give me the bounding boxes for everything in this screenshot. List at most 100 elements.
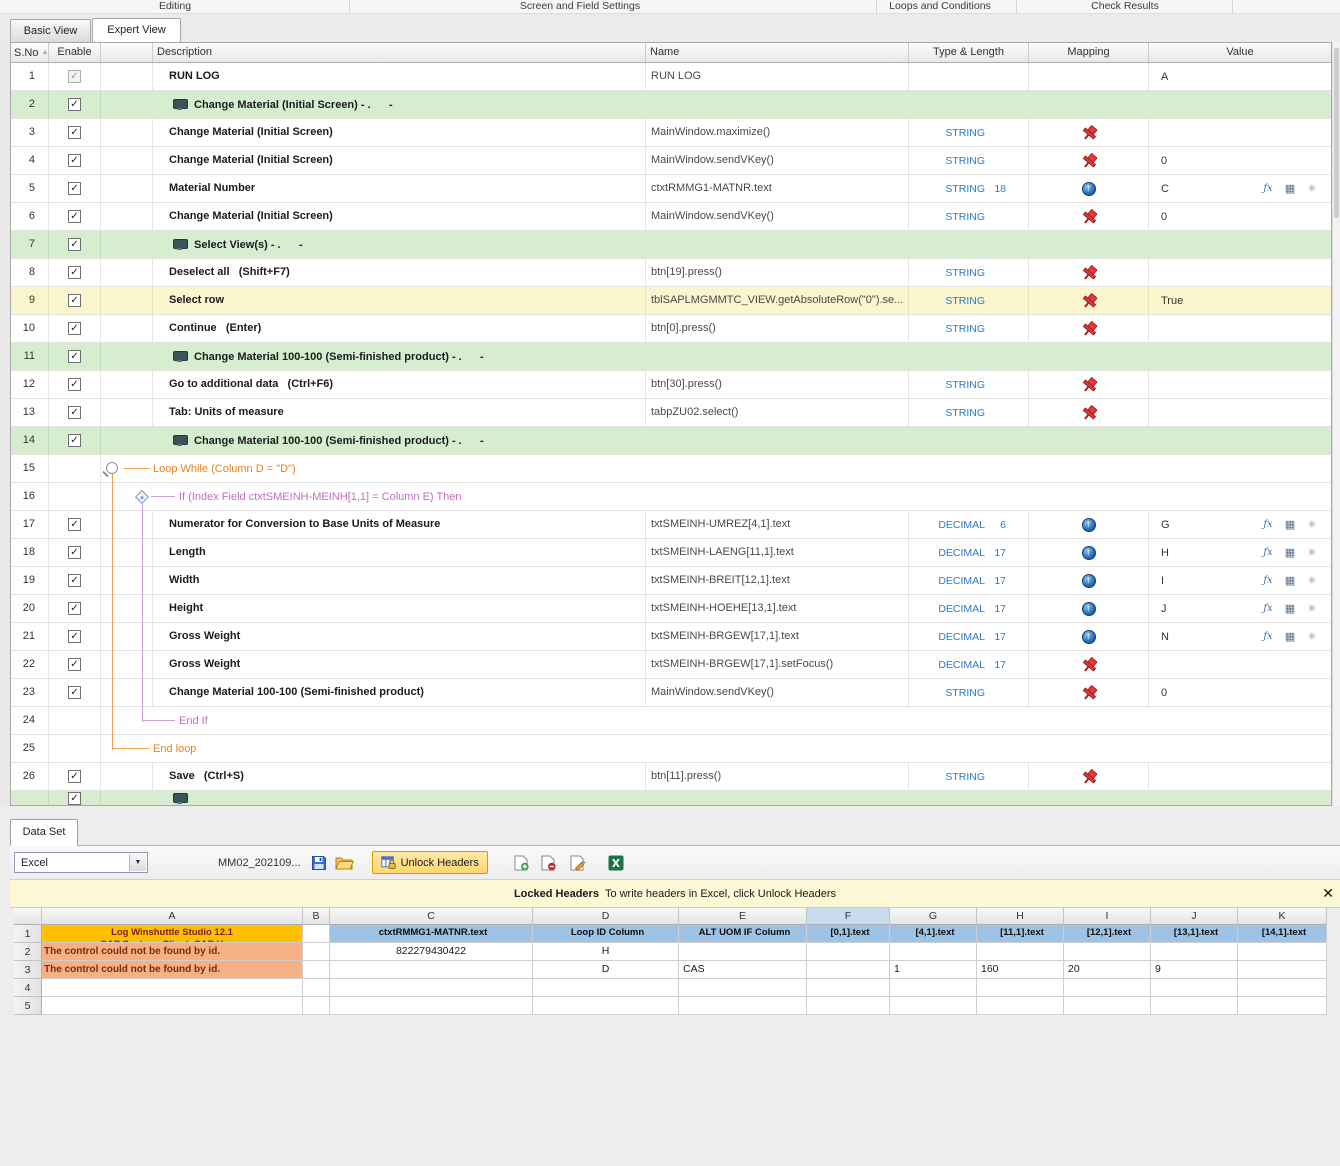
header-length[interactable]: Length txtSMEINH- LAENG [11,1].text: [977, 925, 1064, 943]
fx-icon[interactable]: ƒx: [1261, 546, 1275, 560]
group-row[interactable]: 7✓Select View(s) - . -: [11, 231, 1331, 259]
group-row[interactable]: 14✓Change Material 100-100 (Semi-finishe…: [11, 427, 1331, 455]
table-row[interactable]: 10✓Continue (Enter)btn[0].press()STRING: [11, 315, 1331, 343]
header-indent[interactable]: [101, 43, 153, 62]
fx-icon[interactable]: ƒx: [1261, 574, 1275, 588]
mapped-icon[interactable]: ↑: [1082, 182, 1096, 196]
cell[interactable]: [42, 997, 303, 1015]
table-row[interactable]: 1✓RUN LOGRUN LOGA: [11, 63, 1331, 91]
cell[interactable]: [330, 961, 533, 979]
gear-icon[interactable]: ✳: [1305, 574, 1319, 588]
header-numerator[interactable]: Numerator for Conversion to Base Units o…: [890, 925, 977, 943]
not-mapped-pin-icon[interactable]: [1078, 654, 1098, 674]
row-header-4[interactable]: 4: [14, 979, 42, 997]
column-header-c[interactable]: C: [330, 908, 533, 925]
cell[interactable]: [679, 979, 807, 997]
header-width[interactable]: Width txtSMEINH- BREIT [12,1].text: [1064, 925, 1151, 943]
error-cell[interactable]: The control could not be found by id.: [42, 943, 303, 961]
column-header-g[interactable]: G: [890, 908, 977, 925]
error-cell[interactable]: The control could not be found by id.: [42, 961, 303, 979]
column-header-h[interactable]: H: [977, 908, 1064, 925]
gear-icon[interactable]: ✳: [1305, 182, 1319, 196]
column-header-a[interactable]: A: [42, 908, 303, 925]
loop-icon[interactable]: [106, 462, 118, 474]
header-material-number[interactable]: Material Number ctxtRMMG1-MATNR.text: [330, 925, 533, 943]
not-mapped-pin-icon[interactable]: [1078, 402, 1098, 422]
enable-checkbox[interactable]: ✓: [68, 378, 81, 391]
enable-checkbox[interactable]: ✓: [68, 154, 81, 167]
not-mapped-pin-icon[interactable]: [1078, 290, 1098, 310]
close-icon[interactable]: ✕: [1322, 885, 1334, 902]
row-header-2[interactable]: 2: [14, 943, 42, 961]
gear-icon[interactable]: ✳: [1305, 546, 1319, 560]
remove-data-set-icon[interactable]: [541, 855, 556, 871]
header-unit-dimension[interactable]: Unit of Dimension for Length/Width /Heig…: [1238, 925, 1327, 943]
table-row[interactable]: 22✓Gross WeighttxtSMEINH-BRGEW[17,1].set…: [11, 651, 1331, 679]
table-icon[interactable]: ▦: [1283, 182, 1297, 196]
open-folder-icon[interactable]: [335, 855, 354, 870]
fx-icon[interactable]: ƒx: [1261, 518, 1275, 532]
header-height[interactable]: Height txtSMEINH- HOEHE [13,1].text: [1151, 925, 1238, 943]
cell[interactable]: [1238, 979, 1327, 997]
mapped-icon[interactable]: ↑: [1082, 518, 1096, 532]
fx-icon[interactable]: ƒx: [1261, 602, 1275, 616]
column-header-i[interactable]: I: [1064, 908, 1151, 925]
chevron-down-icon[interactable]: ▼: [129, 854, 146, 871]
group-row-partial[interactable]: ✓: [11, 791, 1331, 806]
tab-expert-view[interactable]: Expert View: [92, 18, 181, 42]
cell[interactable]: [1238, 997, 1327, 1015]
table-icon[interactable]: ▦: [1283, 602, 1297, 616]
header-denominator[interactable]: Denominator for conversion to base units…: [807, 925, 890, 943]
table-row[interactable]: 19✓WidthtxtSMEINH-BREIT[12,1].textDECIMA…: [11, 567, 1331, 595]
not-mapped-pin-icon[interactable]: [1078, 766, 1098, 786]
add-data-set-icon[interactable]: [514, 855, 529, 871]
cell[interactable]: [890, 979, 977, 997]
header-mapping[interactable]: Mapping: [1029, 43, 1149, 62]
condition-end-row[interactable]: 24End If: [11, 707, 1331, 735]
cell[interactable]: [533, 997, 679, 1015]
cell[interactable]: [807, 943, 890, 961]
tab-basic-view[interactable]: Basic View: [10, 19, 91, 42]
not-mapped-pin-icon[interactable]: [1078, 150, 1098, 170]
cell[interactable]: 822279430422: [330, 943, 533, 961]
cell[interactable]: [1064, 997, 1151, 1015]
enable-checkbox[interactable]: ✓: [68, 406, 81, 419]
header-enable[interactable]: Enable: [49, 43, 101, 62]
run-log-cell[interactable]: Log Winshuttle Studio 12.1 SAP System: C…: [42, 925, 303, 943]
cell[interactable]: [890, 943, 977, 961]
table-row[interactable]: 21✓Gross WeighttxtSMEINH-BRGEW[17,1].tex…: [11, 623, 1331, 651]
cell[interactable]: 1: [890, 961, 977, 979]
enable-checkbox[interactable]: ✓: [68, 630, 81, 643]
cell[interactable]: 20: [1064, 961, 1151, 979]
data-source-select[interactable]: Excel▼: [14, 852, 148, 873]
cell[interactable]: [533, 979, 679, 997]
group-row[interactable]: 2✓Change Material (Initial Screen) - . -: [11, 91, 1331, 119]
table-icon[interactable]: ▦: [1283, 546, 1297, 560]
enable-checkbox[interactable]: ✓: [68, 434, 81, 447]
cell[interactable]: [679, 997, 807, 1015]
unlock-headers-button[interactable]: Unlock Headers: [372, 851, 488, 874]
table-row[interactable]: 17✓Numerator for Conversion to Base Unit…: [11, 511, 1331, 539]
enable-checkbox[interactable]: ✓: [68, 70, 81, 83]
column-header-d[interactable]: D: [533, 908, 679, 925]
cell[interactable]: [303, 997, 330, 1015]
table-icon[interactable]: ▦: [1283, 574, 1297, 588]
cell[interactable]: H: [533, 943, 679, 961]
enable-checkbox[interactable]: ✓: [68, 686, 81, 699]
cell[interactable]: [330, 997, 533, 1015]
column-header-b[interactable]: B: [303, 908, 330, 925]
enable-checkbox[interactable]: ✓: [68, 238, 81, 251]
cell[interactable]: D: [533, 961, 679, 979]
cell[interactable]: [977, 979, 1064, 997]
cell[interactable]: [330, 979, 533, 997]
table-icon[interactable]: ▦: [1283, 630, 1297, 644]
column-header-e[interactable]: E: [679, 908, 807, 925]
table-row[interactable]: 13✓Tab: Units of measuretabpZU02.select(…: [11, 399, 1331, 427]
condition-start-row[interactable]: 16If (Index Field ctxtSMEINH-MEINH[1,1] …: [11, 483, 1331, 511]
select-all-corner[interactable]: [14, 908, 42, 925]
gear-icon[interactable]: ✳: [1305, 630, 1319, 644]
not-mapped-pin-icon[interactable]: [1078, 206, 1098, 226]
header-sno[interactable]: S.No▲: [11, 43, 49, 62]
cell[interactable]: 160: [977, 961, 1064, 979]
enable-checkbox[interactable]: ✓: [68, 658, 81, 671]
